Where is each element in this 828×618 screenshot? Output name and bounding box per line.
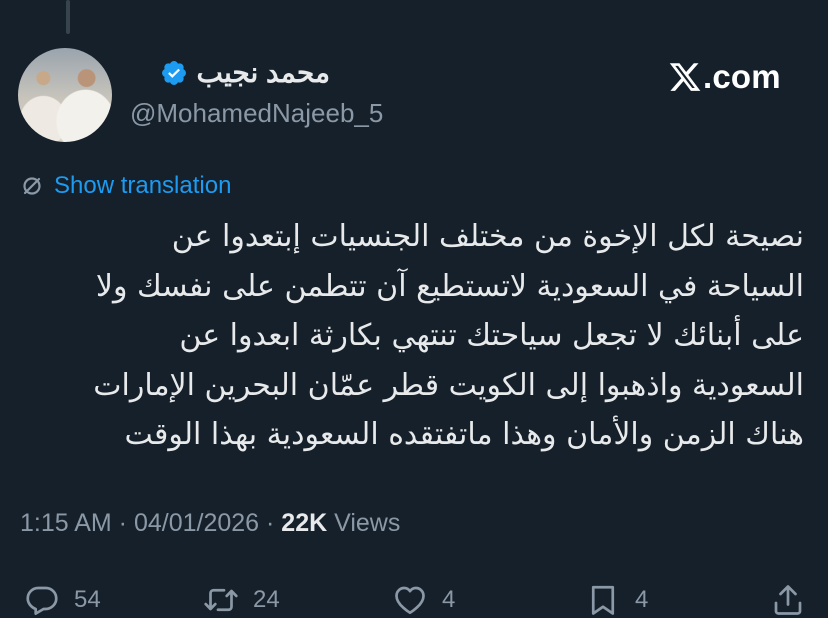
reply-count: 54	[74, 586, 101, 613]
x-com-logo: .com	[668, 58, 781, 96]
tweet-text: نصيحة لكل الإخوة من مختلف الجنسيات إبتعد…	[14, 212, 804, 460]
tweet-actions-bar: 54 24 4 4	[0, 574, 828, 618]
bookmark-icon	[591, 585, 615, 615]
retweet-icon	[204, 588, 238, 612]
tweet-text-line: نصيحة لكل الإخوة من مختلف الجنسيات إبتعد…	[171, 219, 804, 254]
views-count: 22K	[281, 509, 328, 537]
retweet-count: 24	[253, 586, 280, 613]
x-logo-icon	[669, 63, 701, 91]
bookmark-count: 4	[635, 586, 649, 613]
translate-icon	[23, 177, 41, 195]
tweet-text-line: السياحة في السعودية لاتستطيع آن تتطمن عل…	[95, 268, 804, 304]
show-translation-link[interactable]: Show translation	[20, 172, 231, 200]
verified-badge-icon	[160, 59, 188, 87]
views-label: Views	[327, 509, 401, 537]
reply-button[interactable]: 54	[24, 582, 101, 618]
author-handle[interactable]: @MohamedNajeeb_5	[130, 98, 383, 129]
reply-icon	[26, 586, 58, 615]
author-name-row: محمد نجيب	[160, 56, 330, 89]
tweet-text-line: هناك الزمن والأمان وهذا ماتفتقده السعودي…	[124, 417, 804, 452]
show-translation-label: Show translation	[54, 172, 232, 199]
logo-domain-text: .com	[703, 58, 781, 95]
avatar[interactable]	[18, 48, 112, 142]
tweet-text-line: على أبنائك لا تجعل سياحتك تنتهي بكارثة ا…	[179, 318, 804, 353]
display-name[interactable]: محمد نجيب	[196, 56, 330, 89]
retweet-button[interactable]: 24	[203, 582, 280, 618]
like-count: 4	[442, 586, 456, 613]
meta-separator: ·	[111, 509, 134, 537]
tweet-time[interactable]: 1:15 AM	[20, 509, 112, 537]
tweet-date[interactable]: 04/01/2026	[134, 509, 259, 537]
share-button[interactable]	[770, 582, 806, 618]
tweet-text-line: السعودية واذهبوا إلى الكويت قطر عمّان ال…	[93, 367, 804, 403]
tweet-meta: 1:15 AM · 04/01/2026 · 22K Views	[20, 509, 400, 538]
meta-separator: ·	[259, 509, 282, 537]
thread-connector-line	[66, 0, 70, 34]
like-icon	[395, 586, 425, 615]
bookmark-button[interactable]: 4	[585, 582, 648, 618]
share-icon	[774, 585, 802, 615]
like-button[interactable]: 4	[392, 582, 455, 618]
